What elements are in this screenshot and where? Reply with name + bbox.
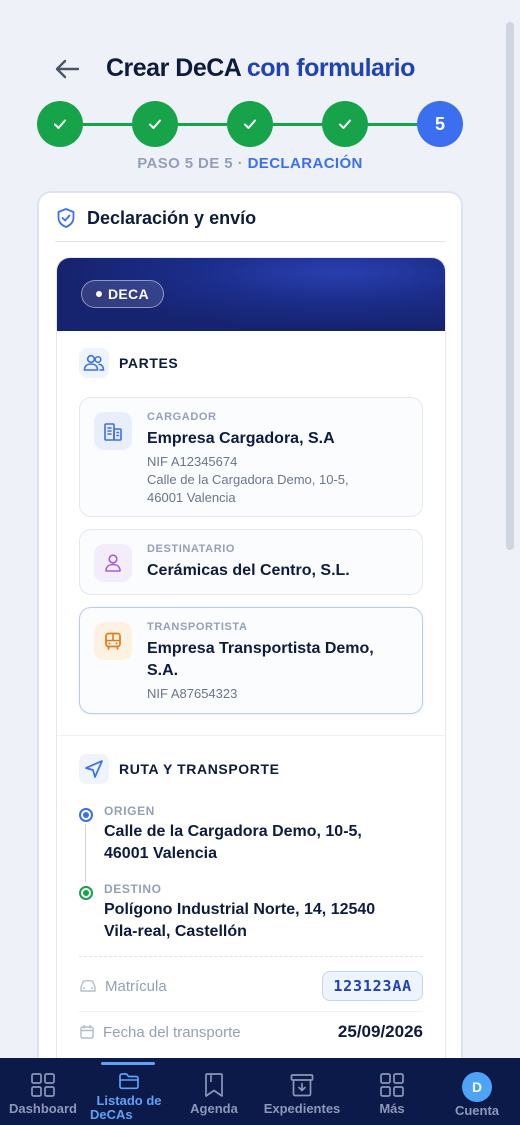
deca-badge-label: DECA: [108, 286, 149, 302]
card-title: Declaración y envío: [87, 207, 257, 228]
title-part1: Crear DeCA: [106, 54, 241, 82]
card-header: Declaración y envío: [55, 207, 256, 229]
fecha-label: Fecha del transporte: [103, 1023, 241, 1041]
row-divider: [79, 1011, 423, 1012]
nav-expedientes[interactable]: Expedientes: [256, 1058, 348, 1125]
car-icon: [80, 980, 96, 992]
party-cargador: CARGADOR Empresa Cargadora, S.A NIF A123…: [79, 397, 423, 517]
party-nif: NIF A87654323: [147, 686, 238, 701]
check-icon: [149, 119, 161, 129]
nav-label: Agenda: [190, 1101, 238, 1116]
partes-section-header: PARTES: [79, 348, 178, 378]
arrow-left-icon: [55, 59, 80, 79]
progress-stepper: 5: [37, 101, 465, 147]
destination-address-line1: Polígono Industrial Norte, 14, 12540: [104, 901, 376, 918]
party-name: Cerámicas del Centro, S.L.: [147, 562, 350, 579]
route-origin: ORIGEN Calle de la Cargadora Demo, 10-5,…: [79, 804, 419, 864]
calendar-icon: [80, 1024, 94, 1039]
party-role: TRANSPORTISTA: [147, 621, 248, 633]
back-button[interactable]: [52, 54, 82, 84]
nav-label: Cuenta: [454, 1103, 500, 1118]
grid-icon: [379, 1072, 405, 1098]
license-plate: 123123AA: [322, 971, 423, 1001]
document-banner: DECA: [57, 258, 445, 331]
section-divider: [57, 735, 445, 736]
nav-label-line2: DeCAs: [90, 1107, 133, 1122]
step-connector: [178, 123, 227, 126]
page-header: Crear DeCA con formulario: [0, 50, 520, 90]
step-connector: [83, 123, 132, 126]
badge-dot: [96, 291, 102, 297]
divider: [55, 241, 445, 242]
bookmark-icon: [202, 1072, 226, 1098]
step-connector: [368, 123, 417, 126]
ruta-section-header: RUTA Y TRANSPORTE: [79, 754, 280, 784]
party-nif: NIF A12345674: [147, 454, 238, 469]
party-name: Empresa Cargadora, S.A: [147, 430, 335, 447]
step-connector: [273, 123, 322, 126]
nav-label: Más: [379, 1101, 405, 1116]
origin-label: ORIGEN: [104, 804, 155, 818]
step-caption: PASO 5 DE 5 · DECLARACIÓN: [0, 155, 500, 172]
origin-address-line2: 46001 Valencia: [104, 845, 217, 862]
archive-icon: [289, 1072, 315, 1098]
truck-icon: [94, 622, 132, 660]
destination-marker-icon: [79, 886, 93, 900]
step-5-current[interactable]: 5: [417, 101, 463, 147]
declaration-card: Declaración y envío DECA PARTES CARGADOR…: [37, 191, 463, 1091]
party-address-line2: 46001 Valencia: [147, 490, 236, 505]
grid-icon: [30, 1072, 56, 1098]
route-destination: DESTINO Polígono Industrial Norte, 14, 1…: [79, 882, 419, 942]
destination-address-line2: Vila-real, Castellón: [104, 923, 247, 940]
fecha-row: Fecha del transporte 25/09/2026: [79, 1016, 423, 1048]
step-1-done[interactable]: [37, 101, 83, 147]
nav-cuenta[interactable]: D Cuenta: [444, 1058, 510, 1125]
party-transportista: TRANSPORTISTA Empresa Transportista Demo…: [79, 607, 423, 714]
deca-document-preview: DECA PARTES CARGADOR Empresa Cargadora, …: [56, 257, 446, 1089]
nav-label-line1: Listado de: [96, 1093, 162, 1108]
check-icon: [54, 119, 66, 129]
navigation-icon: [79, 754, 109, 784]
step-3-done[interactable]: [227, 101, 273, 147]
step-4-done[interactable]: [322, 101, 368, 147]
avatar: D: [462, 1072, 492, 1102]
step-2-done[interactable]: [132, 101, 178, 147]
title-part2: con formulario: [246, 54, 416, 82]
step-caption-count: PASO 5 DE 5 ·: [137, 155, 243, 172]
nav-label: Dashboard: [9, 1101, 77, 1116]
matricula-row: Matrícula 123123AA: [79, 970, 423, 1002]
check-icon: [339, 119, 351, 129]
party-name-line2: S.A.: [147, 662, 179, 679]
destination-label: DESTINO: [104, 882, 162, 896]
bottom-navigation: Dashboard Listado de DeCAs Agenda Expedi…: [0, 1058, 520, 1125]
shield-check-icon: [57, 208, 75, 228]
dashed-divider: [79, 956, 423, 957]
deca-badge: DECA: [81, 280, 164, 308]
user-icon: [94, 544, 132, 582]
matricula-label: Matrícula: [105, 977, 167, 995]
party-role: CARGADOR: [147, 411, 217, 423]
party-name-line1: Empresa Transportista Demo,: [147, 640, 374, 657]
fecha-value: 25/09/2026: [337, 1022, 423, 1041]
folder-icon: [118, 1070, 140, 1092]
party-destinatario: DESTINATARIO Cerámicas del Centro, S.L.: [79, 529, 423, 595]
nav-listado-decas[interactable]: Listado de DeCAs: [88, 1058, 170, 1125]
partes-title: PARTES: [119, 355, 179, 371]
nav-agenda[interactable]: Agenda: [180, 1058, 248, 1125]
page-title: Crear DeCA con formulario: [106, 54, 415, 83]
ruta-title: RUTA Y TRANSPORTE: [119, 761, 280, 777]
route-connector: [85, 824, 86, 882]
party-address-line1: Calle de la Cargadora Demo, 10-5,: [147, 472, 349, 487]
nav-label: Expedientes: [263, 1101, 341, 1116]
check-icon: [244, 119, 256, 129]
nav-mas[interactable]: Más: [362, 1058, 422, 1125]
origin-marker-icon: [79, 808, 93, 822]
page-scrollbar[interactable]: [506, 22, 514, 550]
step-caption-name: DECLARACIÓN: [247, 155, 363, 172]
nav-dashboard[interactable]: Dashboard: [0, 1058, 86, 1125]
users-icon: [79, 348, 109, 378]
party-role: DESTINATARIO: [147, 543, 236, 555]
origin-address-line1: Calle de la Cargadora Demo, 10-5,: [104, 823, 362, 840]
building-icon: [94, 412, 132, 450]
